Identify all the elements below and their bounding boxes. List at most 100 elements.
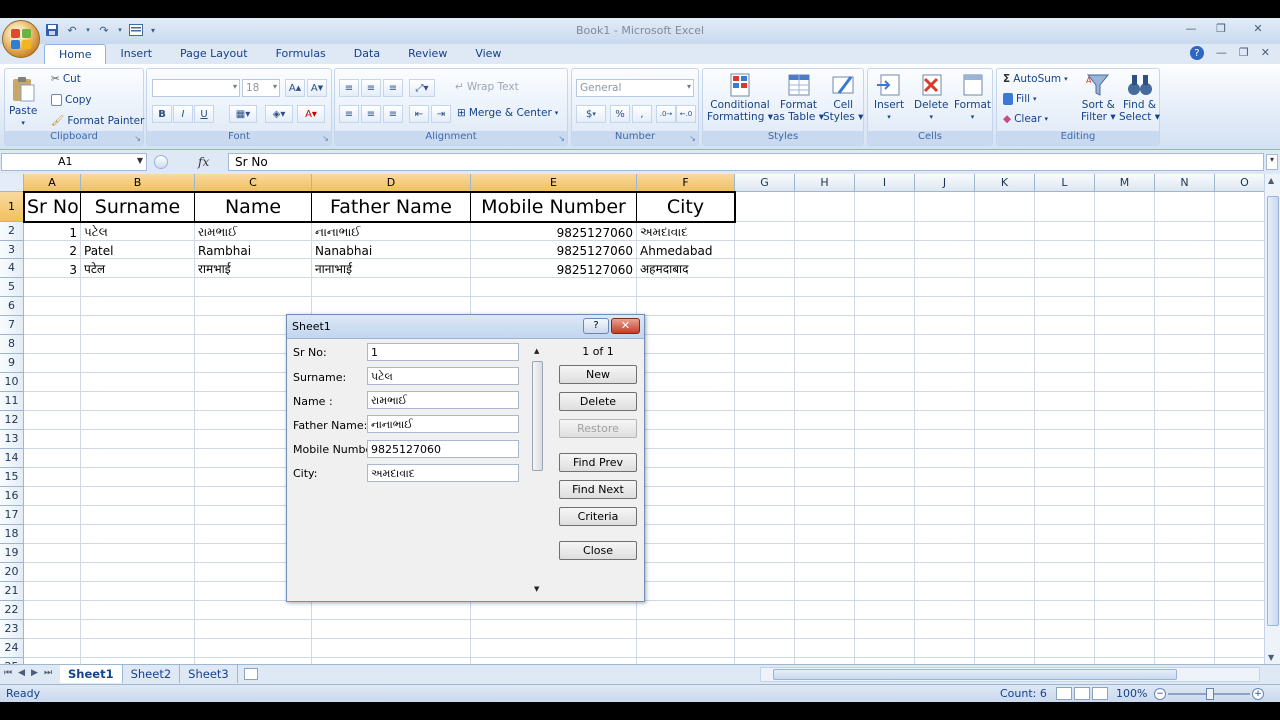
- cell-styles-button[interactable]: Cell Styles ▾: [823, 71, 863, 123]
- format-cells-button[interactable]: Format ▾: [954, 71, 991, 123]
- cell-l23[interactable]: [1035, 620, 1095, 639]
- cell-k16[interactable]: [975, 487, 1035, 506]
- cell-n13[interactable]: [1155, 430, 1215, 449]
- cell-i15[interactable]: [855, 468, 915, 487]
- decrease-decimal-icon[interactable]: ←.0: [676, 105, 696, 123]
- cell-o10[interactable]: [1215, 373, 1264, 392]
- cell-d2[interactable]: નાનાભાઈ: [312, 222, 471, 241]
- row-header-10[interactable]: 10: [0, 373, 24, 392]
- select-all-corner[interactable]: [0, 174, 24, 192]
- cell-f2[interactable]: અમદાવાદ: [637, 222, 735, 241]
- row-header-1[interactable]: 1: [0, 192, 24, 222]
- column-header-g[interactable]: G: [735, 174, 795, 192]
- cell-a22[interactable]: [24, 601, 81, 620]
- cell-b11[interactable]: [81, 392, 195, 411]
- cell-m21[interactable]: [1095, 582, 1155, 601]
- cell-a17[interactable]: [24, 506, 81, 525]
- cell-j20[interactable]: [915, 563, 975, 582]
- cell-g23[interactable]: [735, 620, 795, 639]
- cell-g1[interactable]: [735, 192, 795, 222]
- field-input-city[interactable]: અમદાવાદ: [367, 464, 519, 482]
- cell-o23[interactable]: [1215, 620, 1264, 639]
- cell-a15[interactable]: [24, 468, 81, 487]
- format-as-table-button[interactable]: Format as Table ▾: [773, 71, 824, 123]
- cell-k4[interactable]: [975, 259, 1035, 278]
- zoom-knob[interactable]: [1206, 688, 1214, 700]
- cell-h22[interactable]: [795, 601, 855, 620]
- cell-d1[interactable]: Father Name: [312, 192, 471, 222]
- cell-l8[interactable]: [1035, 335, 1095, 354]
- cell-g10[interactable]: [735, 373, 795, 392]
- cell-f20[interactable]: [637, 563, 735, 582]
- comma-button[interactable]: ,: [632, 105, 652, 123]
- cell-e2[interactable]: 9825127060: [471, 222, 637, 241]
- wrap-text-button[interactable]: ↵ Wrap Text: [455, 81, 519, 93]
- cell-l22[interactable]: [1035, 601, 1095, 620]
- cell-m3[interactable]: [1095, 241, 1155, 259]
- align-right-icon[interactable]: ≡: [383, 105, 403, 123]
- cell-j16[interactable]: [915, 487, 975, 506]
- cell-m5[interactable]: [1095, 278, 1155, 297]
- format-painter-button[interactable]: 🖌 Format Painter: [51, 114, 144, 128]
- increase-indent-icon[interactable]: ⇥: [431, 105, 451, 123]
- cell-b8[interactable]: [81, 335, 195, 354]
- cut-button[interactable]: ✂ Cut: [51, 73, 81, 85]
- workbook-close-icon[interactable]: ✕: [1261, 46, 1270, 60]
- cell-f6[interactable]: [637, 297, 735, 316]
- cell-i8[interactable]: [855, 335, 915, 354]
- cell-h14[interactable]: [795, 449, 855, 468]
- cell-o14[interactable]: [1215, 449, 1264, 468]
- cell-a10[interactable]: [24, 373, 81, 392]
- cell-m14[interactable]: [1095, 449, 1155, 468]
- cell-a7[interactable]: [24, 316, 81, 335]
- cell-j15[interactable]: [915, 468, 975, 487]
- dialog-close-icon[interactable]: ✕: [611, 318, 640, 334]
- cell-l5[interactable]: [1035, 278, 1095, 297]
- borders-icon[interactable]: ▦▾: [229, 105, 257, 123]
- cell-k9[interactable]: [975, 354, 1035, 373]
- cell-n21[interactable]: [1155, 582, 1215, 601]
- cell-f11[interactable]: [637, 392, 735, 411]
- cell-b5[interactable]: [81, 278, 195, 297]
- row-header-8[interactable]: 8: [0, 335, 24, 354]
- column-header-f[interactable]: F: [637, 174, 735, 192]
- cell-k1[interactable]: [975, 192, 1035, 222]
- cell-k23[interactable]: [975, 620, 1035, 639]
- dialog-record-scrollbar[interactable]: ▲ ▼: [531, 345, 545, 595]
- cell-k21[interactable]: [975, 582, 1035, 601]
- cell-a3[interactable]: 2: [24, 241, 81, 259]
- orientation-icon[interactable]: ⤢▾: [409, 79, 435, 97]
- tab-formulas[interactable]: Formulas: [262, 44, 340, 64]
- cell-n4[interactable]: [1155, 259, 1215, 278]
- cell-n20[interactable]: [1155, 563, 1215, 582]
- bold-button[interactable]: B: [152, 105, 172, 123]
- cell-l24[interactable]: [1035, 639, 1095, 658]
- cell-m6[interactable]: [1095, 297, 1155, 316]
- font-launcher-icon[interactable]: ↘: [322, 134, 329, 143]
- cell-o1[interactable]: [1215, 192, 1264, 222]
- cell-l9[interactable]: [1035, 354, 1095, 373]
- grow-font-icon[interactable]: A ▲: [285, 79, 305, 97]
- find-prev-button[interactable]: Find Prev: [559, 453, 637, 472]
- tab-insert[interactable]: Insert: [106, 44, 166, 64]
- cell-n14[interactable]: [1155, 449, 1215, 468]
- cell-e3[interactable]: 9825127060: [471, 241, 637, 259]
- cell-k24[interactable]: [975, 639, 1035, 658]
- underline-button[interactable]: U: [194, 105, 214, 123]
- vertical-scrollbar[interactable]: ▲ ▼: [1264, 174, 1280, 664]
- cell-i4[interactable]: [855, 259, 915, 278]
- cell-j4[interactable]: [915, 259, 975, 278]
- horizontal-scroll-thumb[interactable]: [773, 669, 1177, 680]
- cell-a13[interactable]: [24, 430, 81, 449]
- cell-a14[interactable]: [24, 449, 81, 468]
- row-header-6[interactable]: 6: [0, 297, 24, 316]
- cell-b24[interactable]: [81, 639, 195, 658]
- cell-h21[interactable]: [795, 582, 855, 601]
- zoom-level[interactable]: 100%: [1116, 687, 1147, 700]
- cell-o9[interactable]: [1215, 354, 1264, 373]
- cell-h15[interactable]: [795, 468, 855, 487]
- cell-k17[interactable]: [975, 506, 1035, 525]
- cell-k20[interactable]: [975, 563, 1035, 582]
- cell-d3[interactable]: Nanabhai: [312, 241, 471, 259]
- row-header-4[interactable]: 4: [0, 259, 24, 278]
